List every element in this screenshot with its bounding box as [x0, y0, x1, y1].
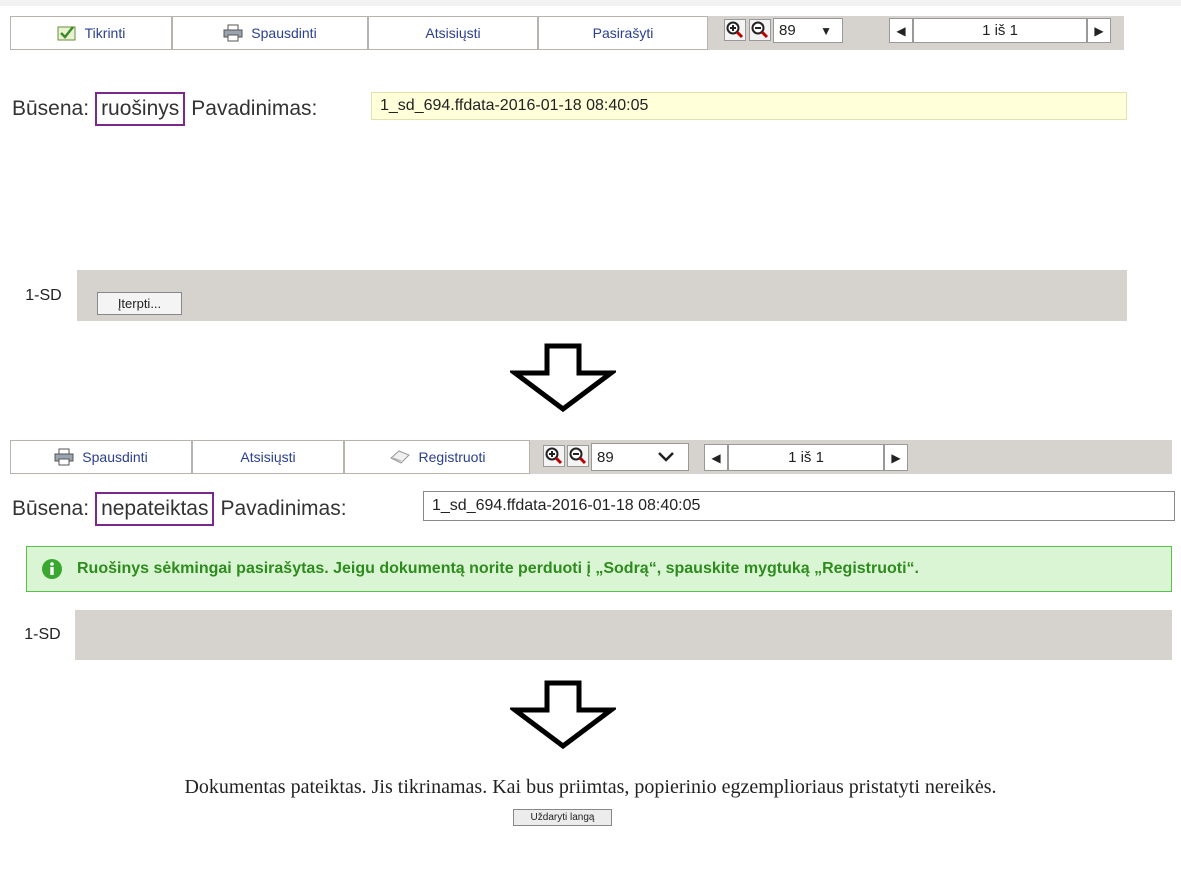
status-label: Būsena:	[12, 97, 90, 120]
prev-page-icon: ◀	[711, 450, 721, 465]
zoom-out-button[interactable]	[567, 445, 589, 467]
toolbar-step2: Spausdinti Atsisiųsti Registruoti 89 ◀ 1…	[10, 440, 1172, 474]
page-indicator-text: 1 iš 1	[788, 449, 824, 466]
check-button[interactable]: Tikrinti	[10, 16, 172, 50]
tab-label: 1-SD	[25, 286, 62, 304]
tabbar-step2: 1-SD	[10, 610, 1172, 660]
name-field[interactable]: 1_sd_694.ffdata-2016-01-18 08:40:05	[371, 92, 1127, 120]
print-button[interactable]: Spausdinti	[10, 440, 192, 474]
status-label: Būsena:	[12, 497, 90, 520]
zoom-out-icon	[569, 447, 587, 465]
name-label: Pavadinimas:	[191, 97, 318, 120]
zoom-in-icon	[726, 21, 744, 39]
name-value: 1_sd_694.ffdata-2016-01-18 08:40:05	[432, 497, 701, 514]
submitted-message: Dokumentas pateiktas. Jis tikrinamas. Ka…	[184, 776, 997, 798]
zoom-value: 89	[597, 448, 614, 466]
tab-1-sd[interactable]: 1-SD	[10, 610, 75, 660]
status-line-step2: Būsena: nepateiktas Pavadinimas:	[12, 492, 347, 526]
dropdown-arrow-icon	[658, 452, 674, 462]
name-value: 1_sd_694.ffdata-2016-01-18 08:40:05	[380, 97, 649, 114]
close-window-label: Uždaryti langą	[530, 812, 595, 823]
page-indicator: 1 iš 1	[913, 18, 1087, 43]
name-field[interactable]: 1_sd_694.ffdata-2016-01-18 08:40:05	[423, 491, 1175, 521]
insert-label: Įterpti...	[117, 296, 162, 311]
page-indicator-text: 1 iš 1	[982, 22, 1018, 39]
top-fade	[0, 0, 1181, 6]
tab-1-sd[interactable]: 1-SD	[10, 270, 77, 321]
next-page-button[interactable]: ▶	[884, 444, 908, 471]
close-window-button[interactable]: Uždaryti langą	[513, 809, 612, 826]
next-page-button[interactable]: ▶	[1087, 18, 1111, 43]
prev-page-icon: ◀	[896, 23, 906, 38]
zoom-in-icon	[545, 447, 563, 465]
printer-icon	[223, 24, 243, 42]
download-button[interactable]: Atsisiųsti	[192, 440, 344, 474]
zoom-out-icon	[751, 21, 769, 39]
tab-label: 1-SD	[24, 626, 61, 643]
zoom-out-button[interactable]	[749, 19, 771, 41]
success-alert: Ruošinys sėkmingai pasirašytas. Jeigu do…	[26, 546, 1172, 592]
next-page-icon: ▶	[1094, 23, 1104, 38]
down-arrow-icon	[510, 680, 616, 750]
dropdown-arrow-icon: ▼	[820, 23, 832, 38]
print-label: Spausdinti	[82, 449, 148, 465]
down-arrow-icon	[510, 343, 616, 413]
zoom-select[interactable]: 89 ▼	[773, 18, 843, 43]
insert-button[interactable]: Įterpti...	[97, 292, 182, 315]
info-icon	[42, 559, 62, 579]
check-label: Tikrinti	[84, 25, 126, 41]
download-button[interactable]: Atsisiųsti	[368, 16, 538, 50]
success-message: Ruošinys sėkmingai pasirašytas. Jeigu do…	[77, 560, 919, 577]
register-label: Registruoti	[418, 449, 486, 465]
check-icon	[57, 24, 77, 42]
name-label: Pavadinimas:	[220, 497, 347, 520]
status-badge: ruošinys	[95, 92, 186, 126]
zoom-in-button[interactable]	[543, 445, 565, 467]
sign-button[interactable]: Pasirašyti	[538, 16, 708, 50]
register-icon	[389, 449, 411, 465]
print-button[interactable]: Spausdinti	[172, 16, 368, 50]
printer-icon	[54, 448, 74, 466]
print-label: Spausdinti	[251, 25, 317, 41]
status-line-step1: Būsena: ruošinys Pavadinimas:	[12, 92, 317, 126]
zoom-value: 89	[779, 22, 796, 39]
status-badge: nepateiktas	[95, 492, 215, 526]
tabbar-step1: 1-SD Įterpti...	[10, 270, 1127, 321]
register-button[interactable]: Registruoti	[344, 440, 530, 474]
sign-label: Pasirašyti	[592, 25, 654, 41]
prev-page-button[interactable]: ◀	[704, 444, 728, 471]
zoom-in-button[interactable]	[724, 19, 746, 41]
zoom-select[interactable]: 89	[591, 443, 689, 471]
toolbar-step1: Tikrinti Spausdinti Atsisiųsti Pasirašyt…	[10, 16, 1124, 50]
download-label: Atsisiųsti	[425, 25, 481, 41]
next-page-icon: ▶	[891, 450, 901, 465]
page-indicator: 1 iš 1	[728, 444, 884, 471]
prev-page-button[interactable]: ◀	[889, 18, 913, 43]
download-label: Atsisiųsti	[240, 449, 296, 465]
